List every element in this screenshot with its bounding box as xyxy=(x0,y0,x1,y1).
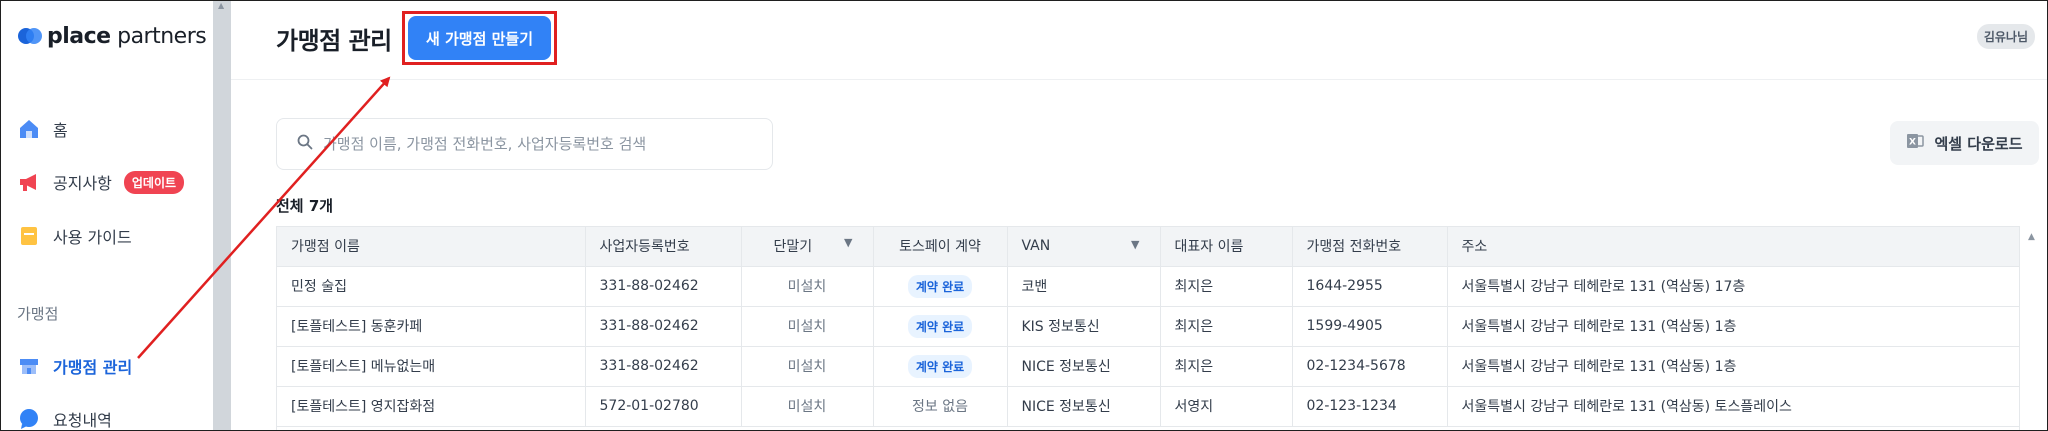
sidebar-item-store-management[interactable]: 가맹점 관리 xyxy=(17,352,132,380)
sidebar-item-label: 요청내역 xyxy=(53,411,112,430)
address-cell: 서울특별시 강남구 테헤란로 131 (역삼동) 토스플레이스 xyxy=(1447,386,2019,427)
contract-status-badge: 계약 완료 xyxy=(907,314,973,338)
search-icon xyxy=(297,134,313,154)
excel-icon: X xyxy=(1906,132,1925,154)
logo-mark-icon xyxy=(17,23,43,49)
business-number-cell: 331-88-02462 xyxy=(585,306,742,347)
table-row[interactable]: 민정 술집 331-88-02462 미설치 계약 완료 코밴 최지은 1644… xyxy=(277,266,2019,307)
total-count: 전체 7개 xyxy=(276,197,334,215)
main-content: 가맹점 관리 새 가맹점 만들기 김유나님 X 엑셀 다운로드 전체 7개 가맹… xyxy=(231,1,2047,430)
column-header-terminal[interactable]: 단말기 ▼ xyxy=(741,227,874,267)
search-box[interactable] xyxy=(276,118,773,170)
column-header[interactable]: 가맹점 이름 xyxy=(277,227,586,267)
column-header[interactable]: 가맹점 전화번호 xyxy=(1292,227,1448,267)
sidebar-scrollbar[interactable]: ▲ xyxy=(213,1,231,430)
van-cell: NICE 정보통신 xyxy=(1007,386,1161,427)
column-header[interactable]: 주소 xyxy=(1447,227,2019,267)
column-header-label: 단말기 xyxy=(773,239,813,256)
business-number-cell: 331-88-02462 xyxy=(585,346,742,387)
store-name-cell: [토플테스트] 동훈카페 xyxy=(277,306,586,347)
excel-button-label: 엑셀 다운로드 xyxy=(1934,134,2023,153)
table-row[interactable]: [토플테스트] 동훈카페 331-88-02462 미설치 계약 완료 KIS … xyxy=(277,306,2019,347)
contract-status-badge: 계약 완료 xyxy=(907,274,973,298)
address-cell: 서울특별시 강남구 테헤란로 131 (역삼동) 1층 xyxy=(1447,306,2019,347)
owner-name-cell: 최지은 xyxy=(1160,306,1293,347)
contract-cell: 계약 완료 xyxy=(873,346,1008,387)
table-scrollbar[interactable]: ▲ xyxy=(2020,226,2047,430)
column-header-label: VAN xyxy=(1021,238,1051,255)
guide-icon xyxy=(17,224,41,248)
phone-cell: 1599-4905 xyxy=(1292,306,1448,347)
sidebar-item-label: 공지사항 xyxy=(53,174,112,193)
sidebar-item-notice[interactable]: 공지사항 업데이트 xyxy=(17,168,185,196)
user-menu[interactable]: 김유나님 xyxy=(1976,24,2035,49)
van-cell: KIS 정보통신 xyxy=(1007,306,1161,347)
sidebar: place partners 홈 공지사항 업데이트 사용 가이드 가맹점 가맹… xyxy=(1,1,213,430)
terminal-cell: 미설치 xyxy=(741,386,874,427)
sidebar-item-guide[interactable]: 사용 가이드 xyxy=(17,222,132,250)
logo-text: place partners xyxy=(47,23,207,49)
sidebar-item-requests[interactable]: 요청내역 xyxy=(17,405,112,431)
table-row[interactable]: [토플테스트] 메뉴없는매 331-88-02462 미설치 계약 완료 NIC… xyxy=(277,346,2019,387)
terminal-cell: 미설치 xyxy=(741,266,874,307)
contract-cell: 정보 없음 xyxy=(873,386,1008,427)
owner-name-cell: 최지은 xyxy=(1160,266,1293,307)
van-cell: NICE 정보통신 xyxy=(1007,346,1161,387)
update-badge: 업데이트 xyxy=(123,170,185,194)
business-number-cell: 572-01-02780 xyxy=(585,386,742,427)
table-header-row: 가맹점 이름 사업자등록번호 단말기 ▼ 토스페이 계약 VAN ▼ 대표자 이름 … xyxy=(277,227,2019,267)
scroll-up-icon[interactable]: ▲ xyxy=(218,1,224,10)
filter-icon[interactable]: ▼ xyxy=(1131,238,1139,251)
column-header-van[interactable]: VAN ▼ xyxy=(1007,227,1161,267)
excel-download-button[interactable]: X 엑셀 다운로드 xyxy=(1890,121,2039,165)
address-cell: 서울특별시 강남구 테헤란로 131 (역삼동) 1층 xyxy=(1447,346,2019,387)
header-divider xyxy=(231,79,2047,80)
address-cell: 서울특별시 강남구 테헤란로 131 (역삼동) 17층 xyxy=(1447,266,2019,307)
nav-section-store: 가맹점 xyxy=(17,305,59,323)
owner-name-cell: 최지은 xyxy=(1160,346,1293,387)
sidebar-item-label: 홈 xyxy=(53,121,68,140)
table-row[interactable]: [토플테스트] 영지잡화점 572-01-02780 미설치 정보 없음 NIC… xyxy=(277,386,2019,427)
store-icon xyxy=(17,354,41,378)
filter-icon[interactable]: ▼ xyxy=(844,236,852,249)
terminal-cell: 미설치 xyxy=(741,346,874,387)
store-table: 가맹점 이름 사업자등록번호 단말기 ▼ 토스페이 계약 VAN ▼ 대표자 이름 … xyxy=(276,226,2020,430)
svg-text:X: X xyxy=(1909,138,1916,148)
search-input[interactable] xyxy=(323,135,763,153)
chat-icon xyxy=(17,407,41,431)
contract-cell: 계약 완료 xyxy=(873,306,1008,347)
contract-status-badge: 계약 완료 xyxy=(907,354,973,378)
store-name-cell: 민정 술집 xyxy=(277,266,586,307)
van-cell: 코밴 xyxy=(1007,266,1161,307)
column-header[interactable]: 대표자 이름 xyxy=(1160,227,1293,267)
contract-cell: 계약 완료 xyxy=(873,266,1008,307)
business-number-cell: 331-88-02462 xyxy=(585,266,742,307)
store-name-cell: [토플테스트] 영지잡화점 xyxy=(277,386,586,427)
phone-cell: 02-123-1234 xyxy=(1292,386,1448,427)
sidebar-item-home[interactable]: 홈 xyxy=(17,115,68,143)
owner-name-cell: 서영지 xyxy=(1160,386,1293,427)
sidebar-item-label: 가맹점 관리 xyxy=(53,358,133,377)
column-header[interactable]: 사업자등록번호 xyxy=(585,227,742,267)
page-title: 가맹점 관리 xyxy=(276,27,392,55)
scroll-up-icon[interactable]: ▲ xyxy=(2028,232,2035,242)
megaphone-icon xyxy=(17,170,41,194)
terminal-cell: 미설치 xyxy=(741,306,874,347)
phone-cell: 1644-2955 xyxy=(1292,266,1448,307)
store-name-cell: [토플테스트] 메뉴없는매 xyxy=(277,346,586,387)
app-logo[interactable]: place partners xyxy=(17,21,207,51)
sidebar-item-label: 사용 가이드 xyxy=(53,228,132,247)
create-store-button[interactable]: 새 가맹점 만들기 xyxy=(408,16,551,60)
phone-cell: 02-1234-5678 xyxy=(1292,346,1448,387)
home-icon xyxy=(17,117,41,141)
column-header[interactable]: 토스페이 계약 xyxy=(873,227,1008,267)
